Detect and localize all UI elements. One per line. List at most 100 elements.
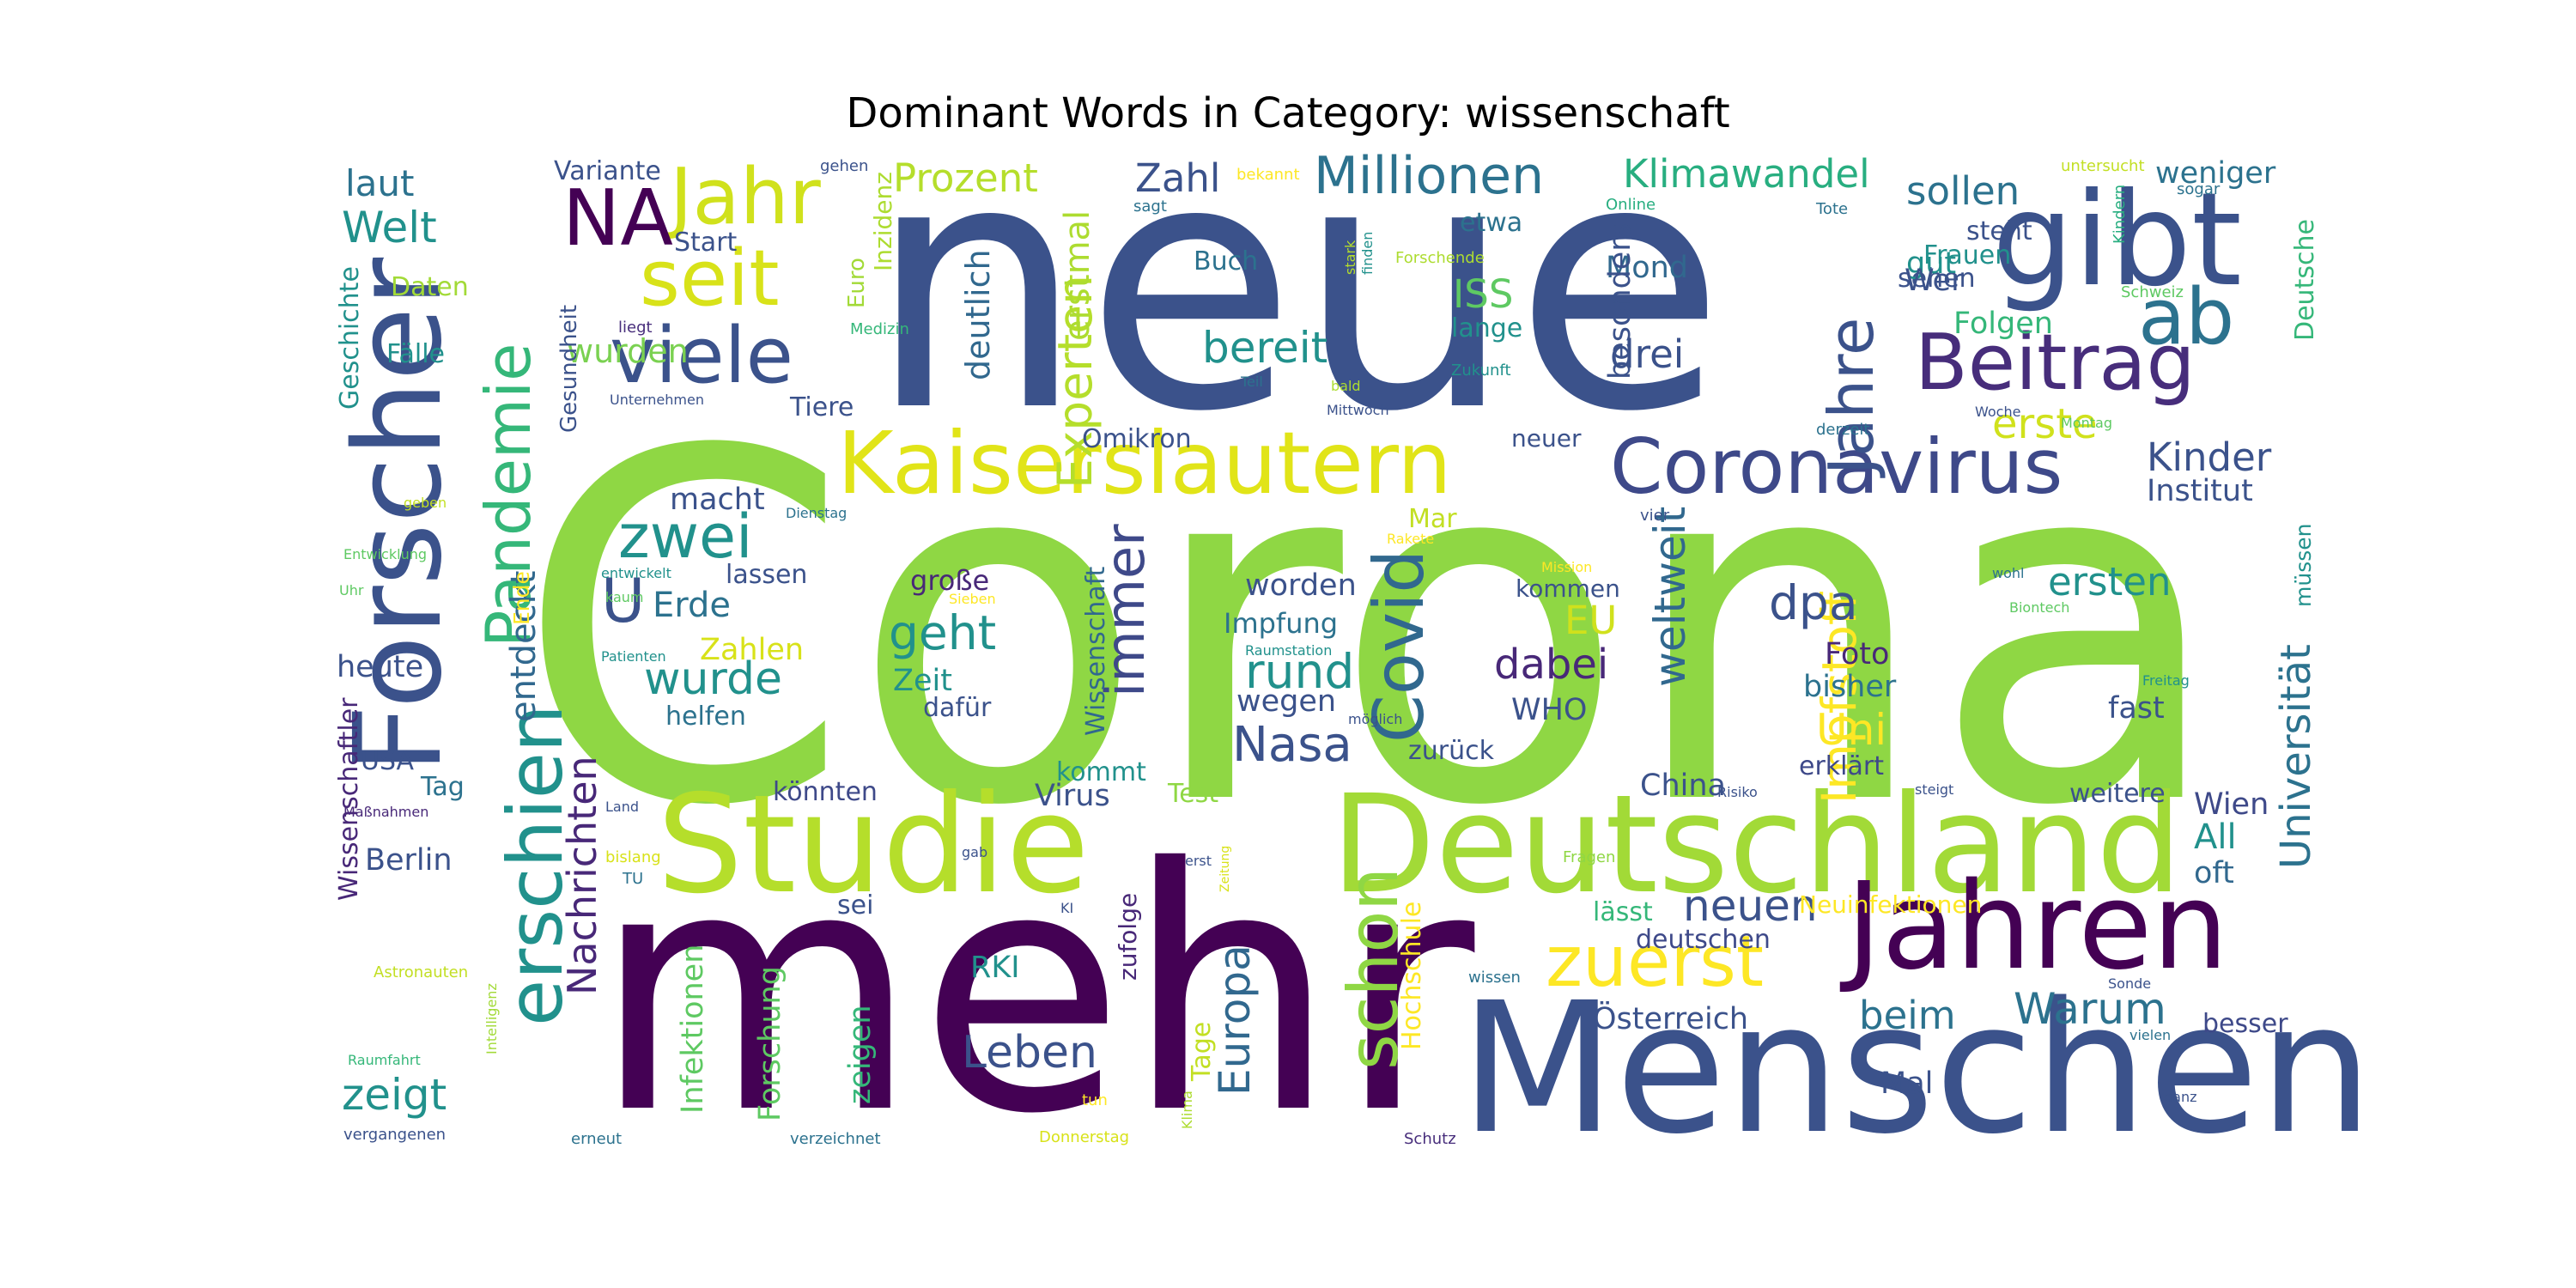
- word-sei: sei: [837, 890, 874, 920]
- word-weitere: weitere: [2069, 779, 2166, 809]
- word-worden: worden: [1245, 568, 1357, 603]
- word-eu: EU: [1564, 598, 1618, 643]
- word-wegen: wegen: [1236, 684, 1337, 719]
- word-mittwoch: Mittwoch: [1327, 402, 1389, 418]
- word-nachrichten: Nachrichten: [559, 756, 605, 995]
- word-macht: macht: [670, 483, 765, 517]
- word-ersten: ersten: [2048, 559, 2172, 605]
- word-verzeichnet: verzeichnet: [790, 1130, 881, 1148]
- word-bald: bald: [1331, 378, 1361, 394]
- word-foto: Foto: [1825, 637, 1890, 671]
- word-jahren: Jahren: [1846, 857, 2229, 997]
- word-deutlich: deutlich: [959, 249, 997, 380]
- word-ki: KI: [1060, 900, 1074, 916]
- word-jahre: Jahre: [1815, 317, 1887, 475]
- word-euro: Euro: [844, 258, 870, 308]
- word-mar: Mar: [1408, 504, 1457, 534]
- word-sieben: Sieben: [949, 591, 996, 607]
- word-ende: Ende: [509, 571, 534, 625]
- word-dienstag: Dienstag: [786, 505, 848, 521]
- word-besonders: besonders: [1603, 223, 1637, 380]
- word-stark: stark: [1342, 240, 1358, 275]
- word-ganz: ganz: [2164, 1089, 2197, 1105]
- word-laut: laut: [345, 162, 415, 204]
- word-schweiz: Schweiz: [2121, 283, 2184, 301]
- word-neuinfektionen: Neuinfektionen: [1799, 890, 1983, 919]
- word-montag: Montag: [2061, 415, 2112, 431]
- word-test: Test: [1168, 779, 1219, 809]
- word-finden: finden: [1359, 231, 1376, 275]
- word-europa: Europa: [1210, 945, 1260, 1096]
- word-erst: erst: [1185, 853, 1212, 869]
- word-astronauten: Astronauten: [374, 963, 469, 981]
- word-zukunft: Zukunft: [1451, 361, 1511, 380]
- word-sagt: sagt: [1133, 197, 1167, 216]
- word-sollen: sollen: [1906, 168, 2020, 214]
- word-donnerstag: Donnerstag: [1039, 1128, 1130, 1146]
- word-uni: Uni: [1816, 705, 1887, 755]
- word-untersucht: untersucht: [2061, 157, 2145, 175]
- word-helfen: helfen: [665, 702, 746, 732]
- word-bekannt: bekannt: [1236, 166, 1300, 184]
- word-österreich: Österreich: [1593, 1002, 1749, 1036]
- word-zeit: Zeit: [893, 664, 952, 698]
- word-unternehmen: Unternehmen: [610, 392, 704, 408]
- word-beim: beim: [1859, 993, 1956, 1038]
- word-fälle: Fälle: [386, 339, 446, 369]
- word-derzeit: derzeit: [1816, 421, 1870, 439]
- word-kommt: kommt: [1056, 757, 1146, 787]
- word-vier: vier: [1640, 507, 1670, 525]
- word-wien: Wien: [2194, 787, 2269, 822]
- word-kaum: kaum: [605, 589, 644, 605]
- word-geben: geben: [404, 495, 447, 511]
- word-tote: Tote: [1816, 200, 1849, 218]
- word-steht: steht: [1966, 216, 2032, 246]
- word-zeitung: Zeitung: [1218, 845, 1232, 892]
- word-maßnahmen: Maßnahmen: [343, 804, 429, 820]
- word-biontech: Biontech: [2009, 599, 2070, 616]
- word-weltweit: weltweit: [1645, 506, 1695, 687]
- word-dafür: dafür: [923, 693, 992, 723]
- word-frauen: Frauen: [1923, 240, 2012, 270]
- word-bisher: bisher: [1803, 670, 1897, 704]
- word-etwa: etwa: [1460, 208, 1523, 238]
- word-institut: Institut: [2147, 474, 2253, 508]
- word-schutz: Schutz: [1404, 1130, 1456, 1148]
- word-sogar: sogar: [2177, 180, 2221, 198]
- word-tiere: Tiere: [790, 392, 854, 422]
- word-zufolge: zufolge: [1114, 892, 1142, 981]
- word-entwickelt: entwickelt: [601, 565, 671, 581]
- word-lässt: lässt: [1593, 897, 1653, 927]
- word-zurück: zurück: [1408, 736, 1494, 766]
- word-leben: Leben: [962, 1027, 1098, 1078]
- word-berlin: Berlin: [365, 843, 453, 878]
- word-raumstation: Raumstation: [1245, 642, 1333, 659]
- word-erneut: erneut: [571, 1130, 623, 1148]
- word-daten: Daten: [391, 272, 469, 302]
- word-könnten: könnten: [773, 777, 878, 807]
- word-bislang: bislang: [605, 848, 661, 866]
- word-inzidenz: Inzidenz: [869, 172, 897, 271]
- word-online: Online: [1606, 196, 1656, 214]
- word-fragen: Fragen: [1563, 848, 1616, 866]
- word-universität: Universität: [2272, 644, 2320, 869]
- word-mission: Mission: [1541, 559, 1593, 575]
- word-bereit: bereit: [1202, 323, 1328, 373]
- word-dpa: dpa: [1769, 575, 1858, 630]
- word-omikron: Omikron: [1082, 424, 1192, 454]
- word-zeigt: zeigt: [342, 1070, 447, 1120]
- word-wissen: wissen: [1468, 969, 1521, 987]
- word-land: Land: [605, 799, 640, 815]
- word-kindern: Kindern: [2111, 184, 2129, 244]
- word-tag: Tag: [421, 772, 465, 802]
- word-forschung: Forschung: [753, 966, 787, 1121]
- word-uhr: Uhr: [339, 582, 364, 598]
- word-erklärt: erklärt: [1799, 751, 1884, 781]
- word-rki: RKI: [970, 951, 1020, 985]
- word-vergangenen: vergangenen: [343, 1126, 447, 1144]
- word-klimawandel: Klimawandel: [1623, 151, 1870, 197]
- word-freitag: Freitag: [2142, 672, 2190, 689]
- word-usa: USA: [361, 746, 415, 776]
- word-erstmal: erstmal: [1058, 210, 1097, 341]
- word-gab: gab: [962, 844, 988, 860]
